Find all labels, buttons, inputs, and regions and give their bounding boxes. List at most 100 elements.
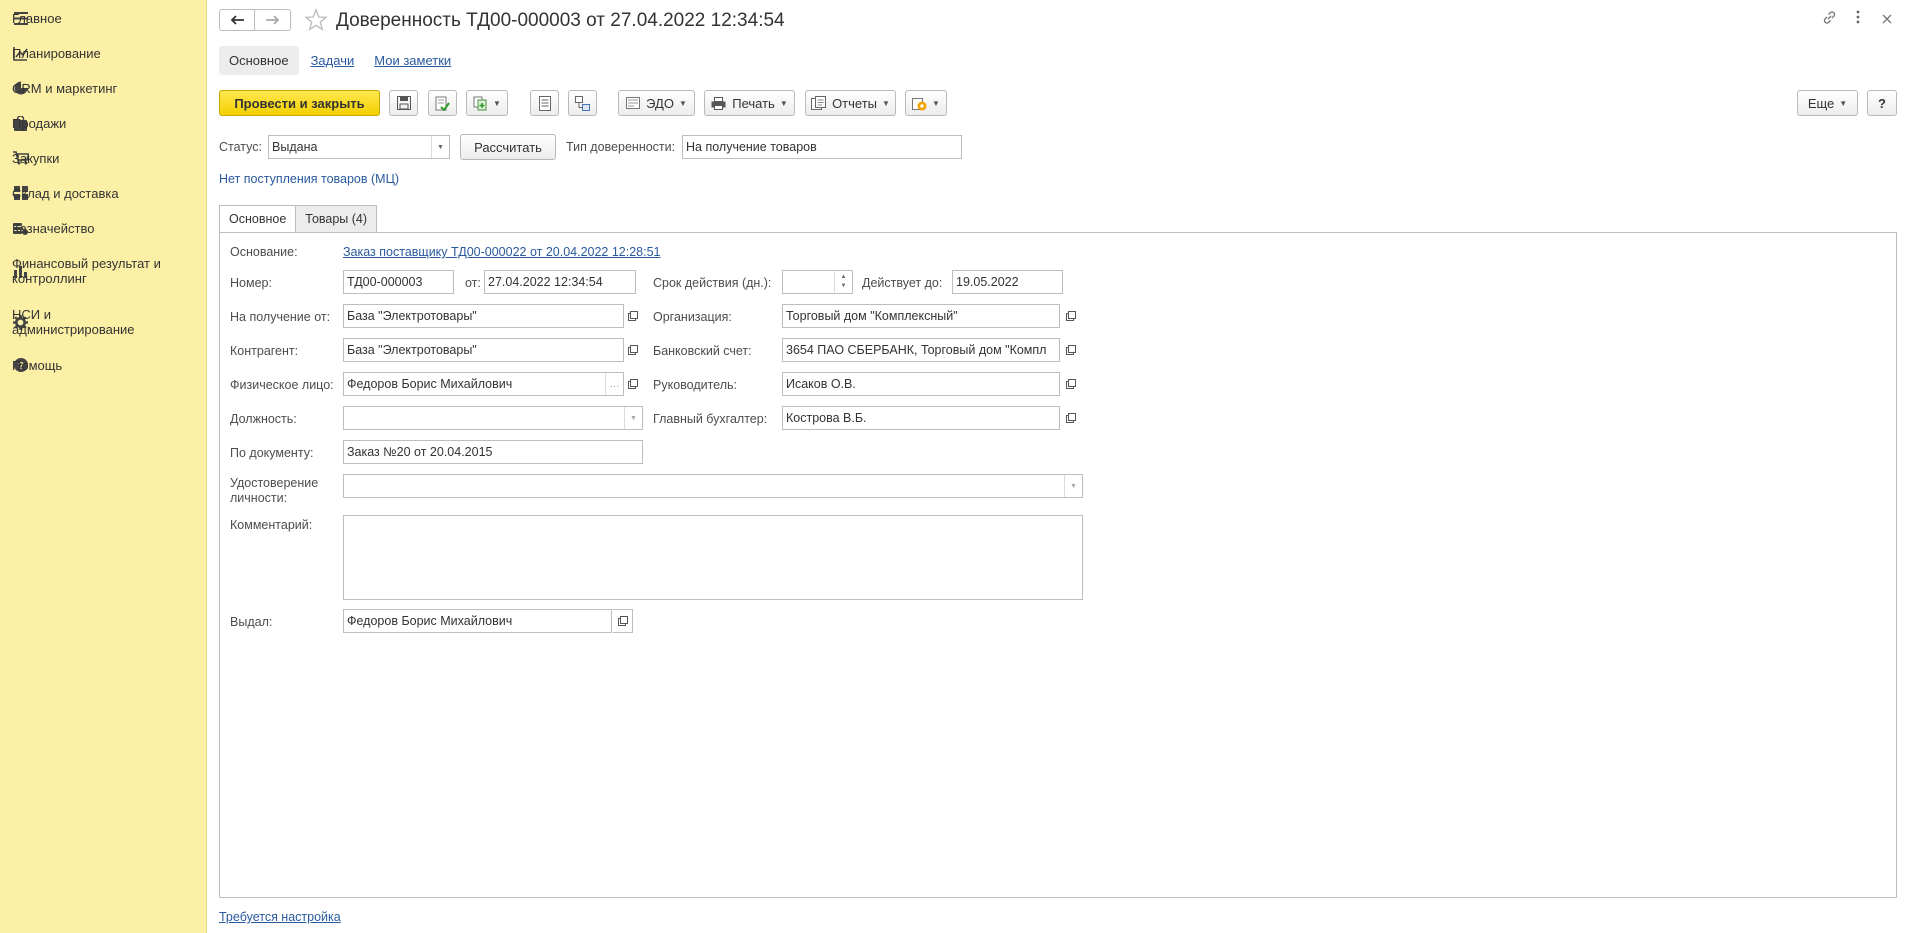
- post-button[interactable]: [428, 90, 457, 116]
- receive-from-field[interactable]: База "Электротовары": [343, 304, 624, 328]
- sidebar-item-planning[interactable]: Планирование: [0, 44, 207, 62]
- poa-type-field[interactable]: На получение товаров: [682, 135, 962, 159]
- stepper-icon[interactable]: ▲ ▼: [834, 271, 852, 293]
- tab-my-notes[interactable]: Мои заметки: [374, 53, 451, 68]
- sidebar: Главное Планирование CRM и маркетинг Про…: [0, 0, 207, 933]
- dropdown-arrow-icon[interactable]: ▼: [431, 136, 449, 158]
- arrow-right-icon: [265, 15, 279, 25]
- structure-button[interactable]: [568, 90, 597, 116]
- setup-required-link[interactable]: Требуется настройка: [219, 910, 341, 924]
- sidebar-item-warehouse[interactable]: Склад и доставка: [0, 184, 207, 202]
- sidebar-item-label: Закупки: [12, 150, 60, 166]
- bank-account-field[interactable]: 3654 ПАО СБЕРБАНК, Торговый дом "Компл: [782, 338, 1060, 362]
- sidebar-item-label: Продажи: [12, 115, 67, 131]
- chevron-down-icon: ▼: [779, 98, 788, 108]
- dropdown-arrow-icon[interactable]: ▼: [624, 407, 642, 429]
- sidebar-item-treasury[interactable]: Казначейство: [0, 219, 207, 237]
- sidebar-item-main[interactable]: Главное: [0, 9, 207, 27]
- valid-until-field[interactable]: 19.05.2022: [952, 270, 1063, 294]
- status-value: Выдана: [272, 140, 318, 154]
- open-icon[interactable]: [624, 304, 642, 328]
- receive-from-label: На получение от:: [230, 310, 331, 324]
- open-icon[interactable]: [1062, 372, 1080, 396]
- status-select[interactable]: Выдана ▼: [268, 135, 450, 159]
- tab-goods[interactable]: Товары (4): [296, 205, 378, 233]
- basis-label: Основание:: [230, 245, 298, 259]
- open-icon[interactable]: [1062, 338, 1080, 362]
- create-based-on-button[interactable]: ▼: [466, 90, 508, 116]
- date-field[interactable]: 27.04.2022 12:34:54: [484, 270, 636, 294]
- print-menu-button[interactable]: Печать ▼: [704, 90, 795, 116]
- sidebar-item-label: CRM и маркетинг: [12, 80, 118, 96]
- notice-link[interactable]: Нет поступления товаров (МЦ): [219, 172, 399, 186]
- by-document-field[interactable]: Заказ №20 от 20.04.2015: [343, 440, 643, 464]
- chief-accountant-field[interactable]: Кострова В.Б.: [782, 406, 1060, 430]
- person-value: Федоров Борис Михайлович: [347, 377, 513, 391]
- position-select[interactable]: ▼: [343, 406, 643, 430]
- counterparty-label: Контрагент:: [230, 344, 299, 358]
- tab-main[interactable]: Основное: [219, 46, 299, 75]
- comment-label: Комментарий:: [230, 518, 313, 532]
- sidebar-item-label: Финансовый результат и контроллинг: [12, 256, 161, 286]
- attachments-menu-button[interactable]: ▼: [905, 90, 947, 116]
- basis-link[interactable]: Заказ поставщику ТД00-000022 от 20.04.20…: [343, 245, 661, 259]
- sidebar-item-help[interactable]: ? Помощь: [0, 356, 207, 374]
- close-icon[interactable]: [1882, 11, 1892, 27]
- issued-by-field[interactable]: Федоров Борис Михайлович: [343, 609, 612, 633]
- document-journal-button[interactable]: [530, 90, 559, 116]
- page-title: Доверенность ТД00-000003 от 27.04.2022 1…: [336, 10, 785, 31]
- open-icon[interactable]: [613, 609, 633, 633]
- history-nav: [219, 9, 291, 31]
- edo-label: ЭДО: [646, 95, 674, 111]
- number-field[interactable]: ТД00-000003: [343, 270, 454, 294]
- sidebar-item-label: Склад и доставка: [12, 185, 119, 201]
- sidebar-item-sales[interactable]: Продажи: [0, 114, 207, 132]
- back-button[interactable]: [219, 9, 255, 31]
- dropdown-arrow-icon[interactable]: ▼: [1064, 475, 1082, 497]
- reports-label: Отчеты: [832, 95, 877, 111]
- link-icon[interactable]: [1822, 10, 1837, 28]
- sidebar-item-purchases[interactable]: Закупки: [0, 149, 207, 167]
- comment-textarea[interactable]: [343, 515, 1083, 600]
- forward-button[interactable]: [255, 9, 291, 31]
- person-field[interactable]: Федоров Борис Михайлович …: [343, 372, 624, 396]
- reports-menu-button[interactable]: Отчеты ▼: [805, 90, 896, 116]
- organization-field[interactable]: Торговый дом "Комплексный": [782, 304, 1060, 328]
- open-icon[interactable]: [1062, 304, 1080, 328]
- chevron-down-icon: ▼: [932, 98, 940, 108]
- from-label: от:: [465, 276, 481, 290]
- open-icon[interactable]: [624, 338, 642, 362]
- position-label: Должность:: [230, 412, 297, 426]
- select-ellipsis-icon[interactable]: …: [605, 373, 623, 395]
- favorite-star-icon[interactable]: [304, 8, 328, 32]
- chevron-down-icon: ▼: [882, 98, 890, 108]
- open-icon[interactable]: [624, 372, 642, 396]
- calculate-button[interactable]: Рассчитать: [460, 134, 556, 160]
- save-button[interactable]: [389, 90, 418, 116]
- more-button[interactable]: Еще ▼: [1797, 90, 1858, 116]
- id-document-select[interactable]: ▼: [343, 474, 1083, 498]
- post-and-close-button[interactable]: Провести и закрыть: [219, 90, 380, 116]
- open-icon[interactable]: [1062, 406, 1080, 430]
- validity-days-field[interactable]: ▲ ▼: [782, 270, 853, 294]
- printer-icon: [711, 96, 726, 110]
- save-icon: [396, 96, 411, 110]
- attachment-icon: [912, 97, 927, 110]
- edo-menu-button[interactable]: ЭДО ▼: [618, 90, 695, 116]
- poa-type-label: Тип доверенности:: [566, 140, 676, 154]
- more-vertical-icon[interactable]: [1856, 10, 1860, 27]
- tab-tasks[interactable]: Задачи: [311, 53, 355, 68]
- sidebar-item-finance[interactable]: Финансовый результат и контроллинг: [0, 255, 207, 287]
- print-label: Печать: [732, 95, 775, 111]
- sidebar-item-crm[interactable]: CRM и маркетинг: [0, 79, 207, 97]
- help-button[interactable]: ?: [1867, 90, 1897, 116]
- counterparty-field[interactable]: База "Электротовары": [343, 338, 624, 362]
- organization-label: Организация:: [653, 310, 732, 324]
- person-label: Физическое лицо:: [230, 378, 334, 392]
- chevron-down-icon: ▼: [493, 98, 501, 108]
- tab-main-form[interactable]: Основное: [219, 205, 297, 233]
- head-field[interactable]: Исаков О.В.: [782, 372, 1060, 396]
- journal-icon: [538, 95, 551, 111]
- sidebar-item-admin[interactable]: НСИ и администрирование: [0, 306, 207, 338]
- arrow-left-icon: [230, 15, 244, 25]
